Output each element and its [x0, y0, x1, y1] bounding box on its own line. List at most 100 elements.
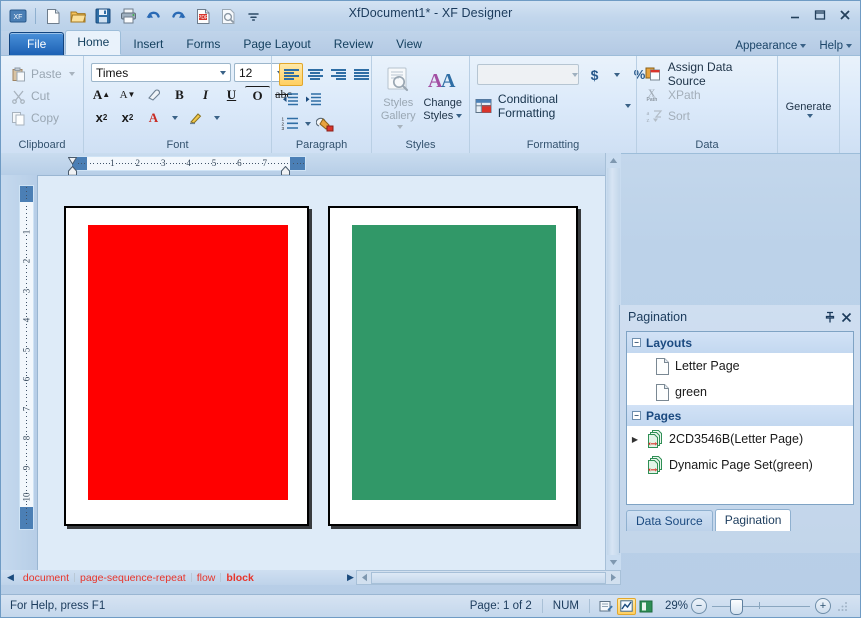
zoom-in-button[interactable]: + [815, 598, 831, 614]
collapse-icon[interactable]: − [632, 411, 641, 420]
hanging-indent-marker[interactable] [68, 165, 77, 176]
preview-view-icon[interactable] [638, 599, 655, 614]
align-left-button[interactable] [279, 63, 303, 86]
breadcrumb-item-page-sequence-repeat[interactable]: page-sequence-repeat [75, 572, 191, 584]
tab-data-source[interactable]: Data Source [626, 510, 713, 531]
tab-forms[interactable]: Forms [175, 34, 231, 55]
ruler-tick [172, 163, 174, 164]
auto-hide-pin-icon[interactable] [822, 309, 838, 325]
numbering-button[interactable]: 123 [279, 113, 301, 134]
copy-button[interactable]: Copy [6, 108, 79, 128]
styles-gallery-button[interactable]: Styles Gallery [377, 60, 420, 134]
align-right-button[interactable] [327, 64, 349, 85]
horizontal-ruler[interactable]: 1 2 3 4 5 6 7 [71, 156, 306, 171]
zoom-slider[interactable] [712, 599, 810, 615]
vertical-ruler[interactable]: 1 2 3 4 5 6 7 8 9 10 [19, 185, 34, 530]
chevron-down-icon[interactable] [167, 107, 182, 128]
sort-button[interactable]: az Sort [642, 105, 690, 126]
tab-file[interactable]: File [9, 32, 65, 55]
tab-review[interactable]: Review [323, 34, 384, 55]
number-format-combo[interactable] [477, 64, 579, 85]
ruler-tick [226, 163, 228, 164]
help-menu[interactable]: Help [819, 40, 852, 52]
layout-view-icon[interactable] [616, 597, 636, 615]
currency-button[interactable]: $ [582, 64, 607, 85]
horizontal-scrollbar[interactable] [356, 570, 621, 585]
increase-indent-button[interactable] [302, 89, 324, 110]
tab-pagination[interactable]: Pagination [714, 509, 792, 531]
page-red[interactable] [64, 206, 309, 526]
expand-arrow-icon[interactable]: ▶ [627, 435, 643, 444]
page-green[interactable] [328, 206, 578, 526]
tree-group-layouts[interactable]: − Layouts [627, 332, 853, 353]
cut-button[interactable]: Cut [6, 86, 79, 106]
shading-button[interactable] [314, 113, 336, 134]
justify-button[interactable] [350, 64, 372, 85]
paste-icon [10, 66, 27, 83]
scroll-left-arrow-icon[interactable] [357, 571, 371, 584]
content-block-red[interactable] [87, 225, 288, 501]
right-indent-marker[interactable] [281, 165, 290, 176]
italic-button[interactable]: I [193, 84, 218, 105]
clear-formatting-button[interactable] [141, 84, 166, 105]
highlight-color-button[interactable] [183, 107, 208, 128]
ruler-number: 5 [211, 158, 217, 168]
paste-button[interactable]: Paste [6, 64, 79, 84]
page-canvas[interactable] [37, 175, 606, 570]
pagination-tree[interactable]: − Layouts Letter Page green − Pages ▶ 2C… [626, 331, 854, 505]
tree-node-dynamic-page-set[interactable]: Dynamic Page Set(green) [627, 452, 853, 478]
align-center-button[interactable] [304, 64, 326, 85]
scroll-down-arrow-icon[interactable] [606, 555, 621, 570]
zoom-level[interactable]: 29% [662, 600, 691, 612]
decrease-indent-button[interactable] [279, 89, 301, 110]
chevron-down-icon[interactable] [209, 107, 224, 128]
font-name-combo[interactable]: Times [91, 63, 231, 82]
minimize-button[interactable] [786, 7, 804, 22]
close-panel-icon[interactable] [838, 309, 854, 325]
zoom-slider-thumb[interactable] [730, 599, 743, 615]
breadcrumb-item-document[interactable]: document [18, 572, 74, 584]
tree-node-letter-page[interactable]: Letter Page [627, 353, 853, 379]
chevron-down-icon[interactable] [302, 113, 313, 134]
maximize-button[interactable] [811, 7, 829, 22]
breadcrumb-item-flow[interactable]: flow [192, 572, 221, 584]
collapse-icon[interactable]: − [632, 338, 641, 347]
tree-node-green[interactable]: green [627, 379, 853, 405]
generate-button[interactable]: Generate [783, 80, 834, 119]
horizontal-scroll-thumb[interactable] [371, 571, 606, 584]
status-page-indicator[interactable]: Page: 1 of 2 [467, 600, 535, 612]
resize-grip-icon[interactable] [836, 600, 848, 612]
overline-button[interactable]: O [245, 86, 270, 105]
shrink-font-button[interactable]: A ▼ [115, 84, 140, 105]
subscript-button[interactable]: x2 [89, 107, 114, 128]
breadcrumb-back-arrow-icon[interactable]: ◀ [5, 572, 18, 583]
tab-home[interactable]: Home [65, 30, 122, 55]
xpath-button[interactable]: X Path XPath [642, 84, 701, 105]
breadcrumb-item-block[interactable]: block [221, 572, 258, 584]
tab-page-layout[interactable]: Page Layout [232, 34, 321, 55]
tree-node-2cd3546b[interactable]: ▶ 2CD3546B(Letter Page) [627, 426, 853, 452]
chevron-down-icon[interactable] [610, 64, 624, 85]
close-button[interactable] [836, 7, 854, 22]
zoom-out-button[interactable]: − [691, 598, 707, 614]
tab-view[interactable]: View [385, 34, 433, 55]
superscript-button[interactable]: x2 [115, 107, 140, 128]
font-color-button[interactable]: A [141, 107, 166, 128]
appearance-menu[interactable]: Appearance [735, 40, 807, 52]
assign-data-source-button[interactable]: Assign Data Source [642, 60, 772, 88]
ruler-tick [258, 163, 260, 164]
design-view-icon[interactable] [598, 599, 615, 614]
content-block-green[interactable] [352, 225, 557, 501]
bold-button[interactable]: B [167, 84, 192, 105]
scroll-up-arrow-icon[interactable] [606, 153, 621, 168]
scroll-right-arrow-icon[interactable] [606, 571, 620, 584]
underline-button[interactable]: U [219, 84, 244, 105]
ribbon-group-paragraph: 123 Paragraph [271, 56, 371, 153]
tab-insert[interactable]: Insert [122, 34, 174, 55]
font-size-value: 12 [239, 65, 253, 80]
tree-group-pages[interactable]: − Pages [627, 405, 853, 426]
grow-font-button[interactable]: A ▲ [89, 84, 114, 105]
change-styles-label-1: Change [423, 97, 463, 109]
first-line-indent-marker[interactable] [67, 155, 78, 165]
change-styles-button[interactable]: AA Change Styles [422, 60, 465, 122]
